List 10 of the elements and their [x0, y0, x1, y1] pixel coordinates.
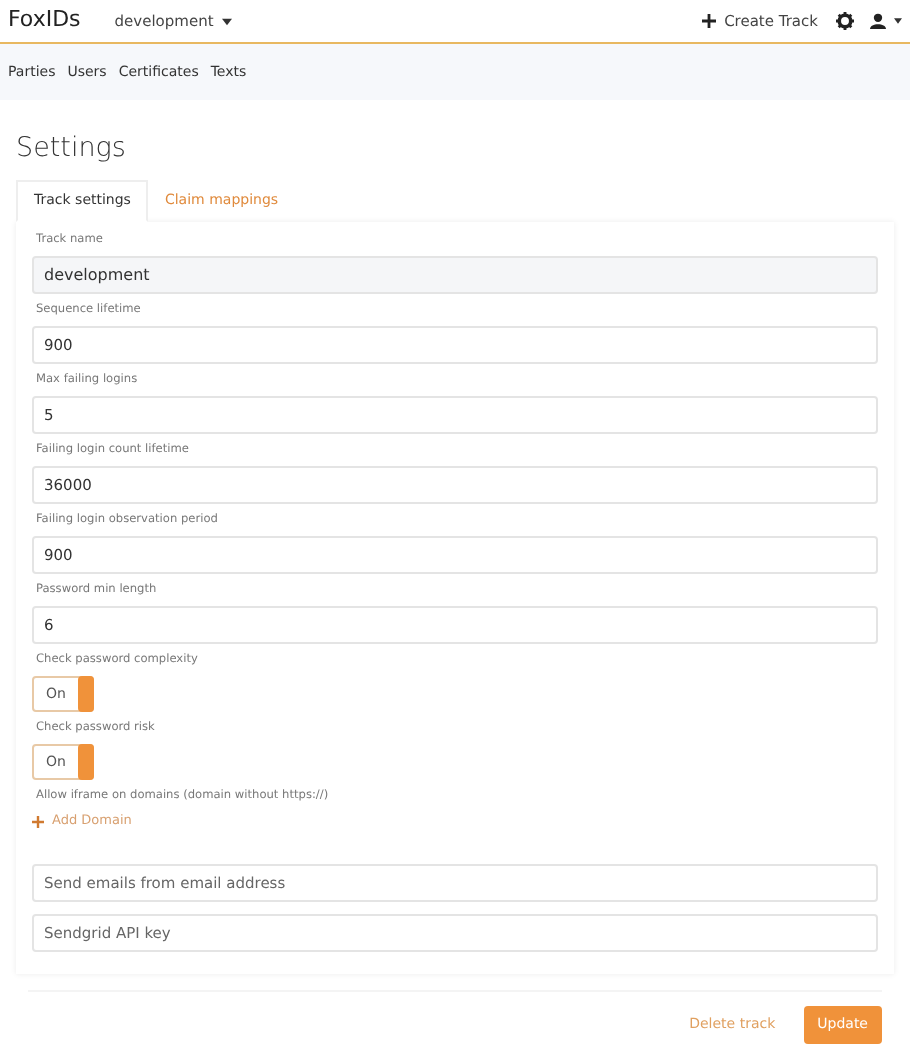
- plus-icon: [32, 815, 44, 828]
- input-field[interactable]: development: [32, 255, 878, 294]
- user-menu-button[interactable]: [870, 12, 902, 30]
- user-icon: [870, 12, 886, 30]
- settings-icon: [836, 12, 854, 30]
- plus-icon: [702, 14, 717, 28]
- caret-icon: [221, 17, 232, 25]
- page-title: Settings: [16, 130, 128, 168]
- caret-icon: [894, 18, 902, 24]
- brand-logo[interactable]: FoxIDs: [8, 4, 81, 38]
